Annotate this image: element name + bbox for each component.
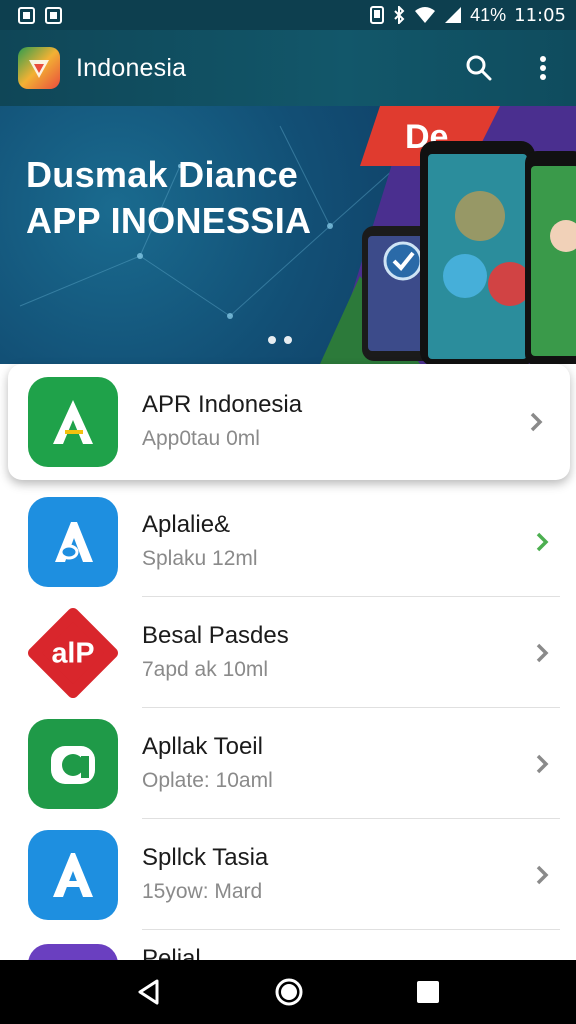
app-bar: Indonesia	[0, 30, 576, 106]
app-subtitle: 7apd ak 10ml	[142, 657, 269, 681]
more-vert-icon[interactable]	[528, 53, 558, 83]
app-icon	[28, 377, 118, 467]
chevron-right-icon[interactable]	[528, 410, 544, 434]
bluetooth-icon	[394, 6, 405, 24]
app-subtitle: 15yow: Mard	[142, 879, 263, 903]
app-subtitle: Oplate: 10aml	[142, 768, 273, 792]
list-item[interactable]: APR Indonesia App0tau 0ml	[8, 364, 570, 480]
list-item[interactable]: Aplalie& Splaku 12ml	[0, 486, 576, 597]
gallery-icon	[45, 6, 62, 24]
list-item[interactable]: Apllak Toeil Oplate: 10aml	[0, 708, 576, 819]
app-name: Spllck Tasia	[142, 843, 269, 871]
carousel-indicator	[268, 336, 292, 344]
app-icon	[28, 829, 118, 920]
chevron-right-icon[interactable]	[534, 752, 550, 776]
screen: 41% 11:05 Indonesia De Dusmak Diance APP…	[0, 0, 576, 1024]
chevron-right-icon[interactable]	[534, 863, 550, 887]
search-icon[interactable]	[464, 53, 494, 83]
app-name: APR Indonesia	[142, 391, 303, 418]
app-logo-icon[interactable]	[18, 47, 60, 89]
promo-banner[interactable]: De Dusmak Diance APP INONESSIA	[0, 106, 576, 364]
status-bar: 41% 11:05	[0, 0, 576, 30]
app-name: Aplalie&	[142, 510, 231, 538]
back-icon[interactable]	[135, 978, 163, 1006]
banner-headline-line2: APP INONESSIA	[26, 200, 312, 241]
banner-headline-line1: Dusmak Diance	[26, 154, 299, 195]
list-item[interactable]: alP Besal Pasdes 7apd ak 10ml	[0, 597, 576, 708]
app-title: Indonesia	[76, 53, 187, 82]
battery-percent: 41%	[470, 4, 507, 25]
wifi-icon	[415, 7, 436, 23]
carousel-dot	[268, 336, 276, 344]
svg-text:alP: alP	[51, 637, 94, 669]
banner-headline: Dusmak Diance APP INONESSIA	[26, 152, 311, 244]
recents-icon[interactable]	[415, 979, 441, 1005]
app-icon	[28, 496, 118, 587]
signal-icon	[445, 7, 462, 23]
notification-icon	[18, 6, 35, 24]
app-subtitle: App0tau 0ml	[142, 427, 260, 450]
app-icon	[28, 718, 118, 809]
app-name: Besal Pasdes	[142, 621, 289, 649]
app-subtitle: Splaku 12ml	[142, 546, 258, 570]
clock: 11:05	[514, 4, 566, 26]
list-item[interactable]: Spllck Tasia 15yow: Mard	[0, 819, 576, 930]
app-icon: alP	[28, 607, 118, 698]
home-icon[interactable]	[274, 977, 304, 1007]
app-list: APR Indonesia App0tau 0ml Aplalie& Splak…	[0, 364, 576, 1024]
chevron-right-icon[interactable]	[534, 641, 550, 665]
system-nav-bar	[0, 960, 576, 1024]
chevron-right-icon[interactable]	[534, 530, 550, 554]
app-name: Apllak Toeil	[142, 732, 263, 760]
sim-icon	[370, 6, 385, 24]
carousel-dot	[284, 336, 292, 344]
